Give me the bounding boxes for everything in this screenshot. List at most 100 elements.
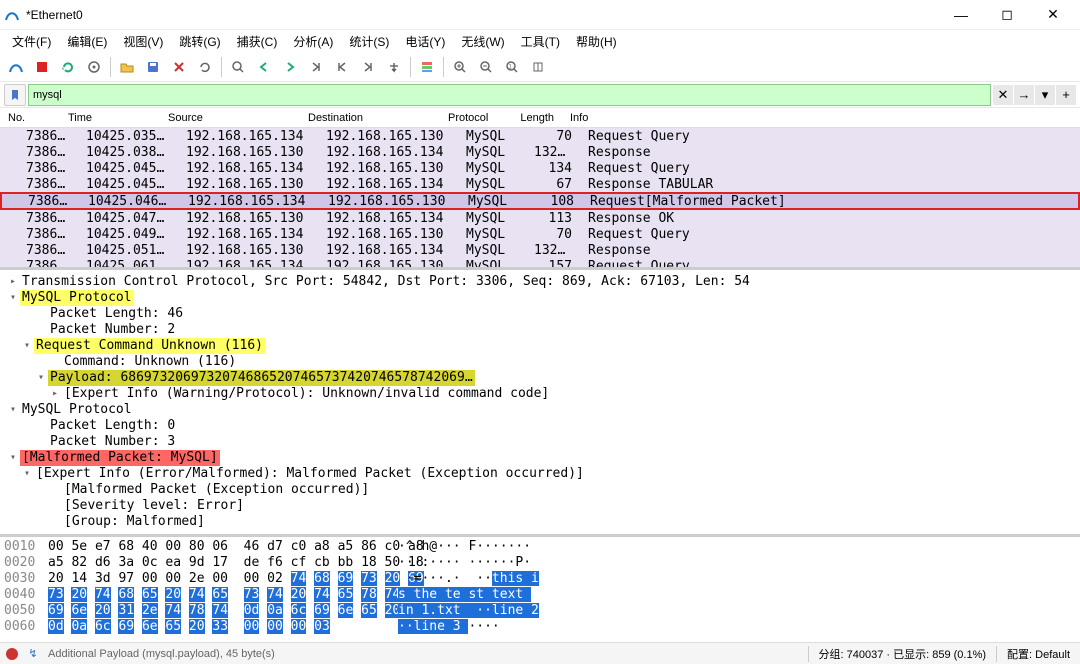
zoom-reset-icon[interactable]: 1 bbox=[500, 55, 524, 79]
expand-icon[interactable]: ▸ bbox=[6, 274, 20, 290]
minimize-button[interactable]: — bbox=[938, 0, 984, 30]
tree-node[interactable]: [Group: Malformed] bbox=[6, 514, 1074, 530]
clear-filter-icon[interactable]: ✕ bbox=[993, 85, 1013, 105]
save-file-icon[interactable] bbox=[141, 55, 165, 79]
menu-item[interactable]: 统计(S) bbox=[341, 30, 397, 52]
apply-filter-icon[interactable]: → bbox=[1014, 85, 1034, 105]
packet-list-pane[interactable]: No. Time Source Destination Protocol Len… bbox=[0, 108, 1080, 270]
capture-options-icon[interactable] bbox=[82, 55, 106, 79]
stop-capture-icon[interactable] bbox=[30, 55, 54, 79]
tree-node[interactable]: ▾[Malformed Packet: MySQL] bbox=[6, 450, 1074, 466]
maximize-button[interactable]: ◻ bbox=[984, 0, 1030, 30]
open-file-icon[interactable] bbox=[115, 55, 139, 79]
column-destination[interactable]: Destination bbox=[300, 112, 440, 124]
expert-info-icon[interactable] bbox=[6, 648, 18, 660]
reload-icon[interactable] bbox=[193, 55, 217, 79]
column-no[interactable]: No. bbox=[0, 112, 60, 124]
tree-node[interactable]: Packet Number: 3 bbox=[6, 434, 1074, 450]
tree-node[interactable]: ▾[Expert Info (Error/Malformed): Malform… bbox=[6, 466, 1074, 482]
packet-row[interactable]: 73861410425.046426192.168.165.134192.168… bbox=[0, 192, 1080, 210]
menu-item[interactable]: 无线(W) bbox=[453, 30, 512, 52]
jump-to-icon[interactable] bbox=[304, 55, 328, 79]
tree-node[interactable]: ▾Request Command Unknown (116) bbox=[6, 338, 1074, 354]
colorize-icon[interactable] bbox=[415, 55, 439, 79]
menu-item[interactable]: 帮助(H) bbox=[568, 30, 625, 52]
expand-icon[interactable]: ▾ bbox=[6, 450, 20, 466]
filter-dropdown-icon[interactable]: ▾ bbox=[1035, 85, 1055, 105]
column-source[interactable]: Source bbox=[160, 112, 300, 124]
packet-row[interactable]: 73861610425.049181192.168.165.134192.168… bbox=[0, 226, 1080, 242]
column-length[interactable]: Length bbox=[508, 112, 562, 124]
menu-item[interactable]: 工具(T) bbox=[513, 30, 568, 52]
menu-item[interactable]: 跳转(G) bbox=[171, 30, 228, 52]
expand-icon[interactable]: ▸ bbox=[48, 386, 62, 402]
find-packet-icon[interactable] bbox=[226, 55, 250, 79]
status-packet-count: 分组: 740037 · 已显示: 859 (0.1%) bbox=[808, 646, 997, 662]
tree-node[interactable]: [Severity level: Error] bbox=[6, 498, 1074, 514]
packet-row[interactable]: 73861310425.045732192.168.165.130192.168… bbox=[0, 176, 1080, 192]
add-filter-icon[interactable]: + bbox=[1056, 85, 1076, 105]
go-back-icon[interactable] bbox=[252, 55, 276, 79]
display-filter-input[interactable]: mysql bbox=[28, 84, 991, 106]
resize-columns-icon[interactable] bbox=[526, 55, 550, 79]
expand-icon[interactable]: ▾ bbox=[20, 338, 34, 354]
packet-row[interactable]: 73861510425.047874192.168.165.130192.168… bbox=[0, 210, 1080, 226]
tree-node[interactable]: ▸[Expert Info (Warning/Protocol): Unknow… bbox=[6, 386, 1074, 402]
packet-row[interactable]: 73861710425.051744192.168.165.130192.168… bbox=[0, 242, 1080, 258]
go-last-icon[interactable] bbox=[356, 55, 380, 79]
hex-line[interactable]: 005069 6e 20 31 2e 74 78 74 0d 0a 6c 69 … bbox=[4, 603, 1076, 619]
go-forward-icon[interactable] bbox=[278, 55, 302, 79]
hex-line[interactable]: 004073 20 74 68 65 20 74 65 73 74 20 74 … bbox=[4, 587, 1076, 603]
start-capture-icon[interactable] bbox=[4, 55, 28, 79]
hex-ascii: ··line 3 ···· bbox=[398, 619, 500, 635]
tree-node[interactable]: ▾Payload: 686973206973207468652074657374… bbox=[6, 370, 1074, 386]
menu-item[interactable]: 分析(A) bbox=[285, 30, 341, 52]
go-first-icon[interactable] bbox=[330, 55, 354, 79]
tree-node[interactable]: ▸Transmission Control Protocol, Src Port… bbox=[6, 274, 1074, 290]
packet-row[interactable]: 73861210425.045029192.168.165.134192.168… bbox=[0, 160, 1080, 176]
tree-node[interactable]: Packet Number: 2 bbox=[6, 322, 1074, 338]
menu-item[interactable]: 捕获(C) bbox=[229, 30, 286, 52]
tree-node[interactable]: ▾MySQL Protocol bbox=[6, 402, 1074, 418]
packet-bytes-pane[interactable]: 001000 5e e7 68 40 00 80 06 46 d7 c0 a8 … bbox=[0, 537, 1080, 642]
filter-controls: ✕ → ▾ + bbox=[993, 85, 1076, 105]
tree-label: MySQL Protocol bbox=[20, 402, 134, 418]
hex-line[interactable]: 003020 14 3d 97 00 00 2e 00 00 02 74 68 … bbox=[4, 571, 1076, 587]
restart-capture-icon[interactable] bbox=[56, 55, 80, 79]
panes-container: No. Time Source Destination Protocol Len… bbox=[0, 108, 1080, 642]
tree-node[interactable]: Command: Unknown (116) bbox=[6, 354, 1074, 370]
expand-icon[interactable]: ▾ bbox=[20, 466, 34, 482]
expand-icon[interactable]: ▾ bbox=[6, 402, 20, 418]
status-profile[interactable]: 配置: Default bbox=[996, 646, 1080, 662]
tree-node[interactable]: Packet Length: 0 bbox=[6, 418, 1074, 434]
menu-item[interactable]: 文件(F) bbox=[4, 30, 59, 52]
menu-item[interactable]: 电话(Y) bbox=[397, 30, 453, 52]
hex-line[interactable]: 001000 5e e7 68 40 00 80 06 46 d7 c0 a8 … bbox=[4, 539, 1076, 555]
tree-node[interactable]: ▾MySQL Protocol bbox=[6, 290, 1074, 306]
autoscroll-icon[interactable] bbox=[382, 55, 406, 79]
packet-row[interactable]: 73861910425.061131192.168.165.134192.168… bbox=[0, 258, 1080, 270]
close-file-icon[interactable] bbox=[167, 55, 191, 79]
tree-node[interactable]: Packet Length: 46 bbox=[6, 306, 1074, 322]
expand-icon[interactable]: ▾ bbox=[6, 290, 20, 306]
column-time[interactable]: Time bbox=[60, 112, 160, 124]
bookmark-filter-icon[interactable] bbox=[4, 84, 26, 106]
zoom-in-icon[interactable] bbox=[448, 55, 472, 79]
hex-line[interactable]: 0020a5 82 d6 3a 0c ea 9d 17 de f6 cf cb … bbox=[4, 555, 1076, 571]
app-logo-icon bbox=[4, 7, 20, 23]
packet-row[interactable]: 73860910425.035764192.168.165.134192.168… bbox=[0, 128, 1080, 144]
main-toolbar: 1 bbox=[0, 52, 1080, 82]
protocol-tree: ▸Transmission Control Protocol, Src Port… bbox=[0, 270, 1080, 534]
status-hint-icon[interactable]: ↯ bbox=[24, 647, 42, 660]
menu-item[interactable]: 编辑(E) bbox=[59, 30, 115, 52]
column-info[interactable]: Info bbox=[562, 112, 1080, 124]
expand-icon[interactable]: ▾ bbox=[34, 370, 48, 386]
packet-row[interactable]: 73861010425.038190192.168.165.130192.168… bbox=[0, 144, 1080, 160]
close-button[interactable]: ✕ bbox=[1030, 0, 1076, 30]
column-protocol[interactable]: Protocol bbox=[440, 112, 508, 124]
hex-line[interactable]: 00600d 0a 6c 69 6e 65 20 33 00 00 00 03 … bbox=[4, 619, 1076, 635]
tree-node[interactable]: [Malformed Packet (Exception occurred)] bbox=[6, 482, 1074, 498]
menu-item[interactable]: 视图(V) bbox=[115, 30, 171, 52]
packet-details-pane[interactable]: ▸Transmission Control Protocol, Src Port… bbox=[0, 270, 1080, 537]
zoom-out-icon[interactable] bbox=[474, 55, 498, 79]
